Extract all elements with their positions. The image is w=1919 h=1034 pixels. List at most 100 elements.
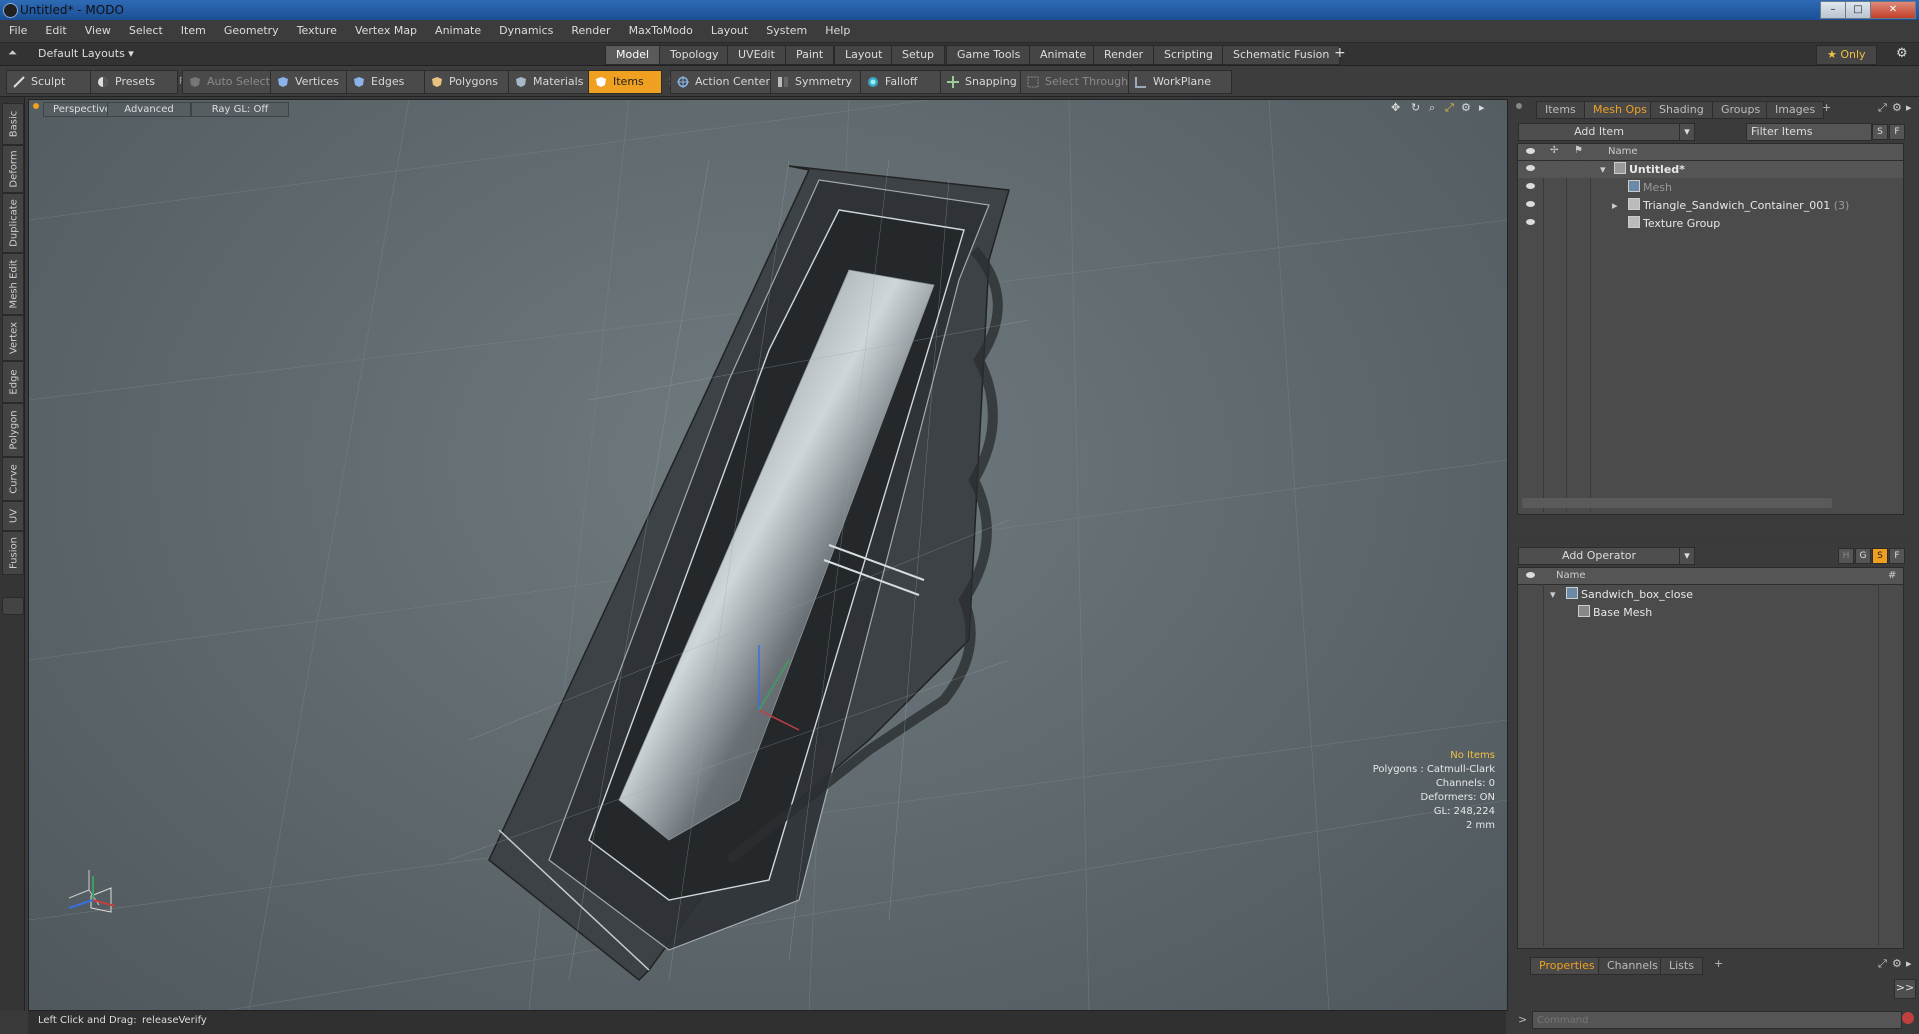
eye-icon[interactable] [1526,201,1535,207]
horizontal-scrollbar[interactable] [1522,498,1832,508]
tab-shading[interactable]: Shading [1650,101,1713,119]
filter-items-input[interactable]: Filter Items [1746,123,1872,141]
add-operator-button[interactable]: Add Operator [1518,547,1680,565]
menu-view[interactable]: View [76,20,120,42]
tree-row-mesh[interactable]: Mesh [1518,179,1903,196]
edges-button[interactable]: Edges 2 [346,70,441,94]
add-operator-dropdown-icon[interactable]: ▾ [1679,547,1695,565]
symmetry-button[interactable]: Symmetry [770,70,872,94]
collapse-arrow-icon[interactable]: ▾ [1550,586,1556,603]
filter-h-button[interactable]: H [1838,548,1854,564]
menu-item[interactable]: Item [172,20,215,42]
tab-uvedit[interactable]: UVEdit [727,45,786,65]
workplane-button[interactable]: WorkPlane [1128,70,1232,94]
raygl-dropdown[interactable]: Ray GL: Off [191,102,289,117]
tab-channels[interactable]: Channels [1598,957,1667,975]
maximize-view-icon[interactable]: ⤢ [1445,101,1454,115]
add-item-dropdown-icon[interactable]: ▾ [1679,123,1695,141]
zoom-icon[interactable]: ⌕ [1429,101,1435,115]
item-tree[interactable]: ✢ ⚑ Name ▾ Untitled* Mesh ▸ Triangle_San… [1517,143,1904,515]
tab-paint[interactable]: Paint [785,45,835,65]
collapse-arrow-icon[interactable]: ▾ [1600,161,1606,178]
panel-settings-icon[interactable]: ⚙ [1892,957,1902,970]
panel-maximize-icon[interactable]: ⤢ [1878,957,1887,971]
expand-arrow-icon[interactable]: ▸ [1612,197,1618,214]
panel-maximize-icon[interactable]: ⤢ [1878,101,1887,115]
falloff-button[interactable]: Falloff [860,70,946,94]
operator-row-base-mesh[interactable]: Base Mesh [1518,604,1903,621]
close-button[interactable]: ✕ [1870,1,1916,19]
layout-preset-dropdown[interactable]: Default Layouts ▾ [38,47,134,60]
layout-collapse-icon[interactable]: ⏶ [8,46,17,60]
filter-s-active-button[interactable]: S [1872,548,1888,564]
filter-f-button[interactable]: F [1889,124,1905,140]
panel-menu-icon[interactable]: ▸ [1906,101,1912,114]
gear-icon[interactable]: ⚙ [1896,46,1908,61]
eye-icon[interactable] [1526,219,1535,225]
menu-select[interactable]: Select [120,20,172,42]
tab-topology[interactable]: Topology [659,45,730,65]
menu-dynamics[interactable]: Dynamics [490,20,562,42]
tree-row-texture-group[interactable]: Texture Group [1518,215,1903,232]
menu-animate[interactable]: Animate [426,20,490,42]
expand-button[interactable]: >> [1894,979,1916,999]
tab-items[interactable]: Items [1536,101,1585,119]
add-panel-tab-icon[interactable]: + [1714,957,1723,970]
3d-viewport[interactable]: Perspective Advanced Ray GL: Off ✥ ↻ ⌕ ⤢… [28,99,1508,1011]
minimize-button[interactable]: – [1820,1,1846,19]
menu-texture[interactable]: Texture [288,20,346,42]
vtab-mesh-edit[interactable]: Mesh Edit [2,253,24,315]
presets-button[interactable]: Presets F6 [90,70,191,94]
add-tab-icon[interactable]: + [1334,45,1346,61]
tab-setup[interactable]: Setup [891,45,946,65]
menu-vertex-map[interactable]: Vertex Map [346,20,426,42]
operator-tree[interactable]: Name # ▾ Sandwich_box_close Base Mesh [1517,567,1904,949]
filter-f-button[interactable]: F [1889,548,1905,564]
select-through-button[interactable]: Select Through [1020,70,1142,94]
tab-model[interactable]: Model [605,45,661,65]
menu-edit[interactable]: Edit [36,20,75,42]
menu-help[interactable]: Help [816,20,859,42]
tab-game-tools[interactable]: Game Tools [946,45,1032,65]
maximize-button[interactable]: □ [1845,1,1871,19]
menu-maxtomodo[interactable]: MaxToModo [620,20,702,42]
panel-settings-icon[interactable]: ⚙ [1892,101,1902,114]
only-button[interactable]: ★ Only [1816,45,1877,65]
tab-lists[interactable]: Lists [1660,957,1703,975]
viewport-menu-icon[interactable]: ▸ [1479,101,1485,114]
pan-icon[interactable]: ✥ [1391,101,1400,114]
tab-animate[interactable]: Animate [1029,45,1098,65]
add-panel-tab-icon[interactable]: + [1822,101,1831,114]
tab-scripting[interactable]: Scripting [1153,45,1224,65]
tree-row-untitled[interactable]: ▾ Untitled* [1518,161,1903,178]
eye-icon[interactable] [1526,165,1535,171]
advanced-dropdown[interactable]: Advanced [107,102,191,117]
vtab-deform[interactable]: Deform [2,145,24,193]
tab-layout[interactable]: Layout [834,45,894,65]
tab-schematic-fusion[interactable]: Schematic Fusion [1222,45,1341,65]
command-input[interactable] [1532,1011,1902,1029]
vtab-edge[interactable]: Edge [2,361,24,403]
operator-row-sandwich[interactable]: ▾ Sandwich_box_close [1518,586,1903,603]
vtab-duplicate[interactable]: Duplicate [2,193,24,253]
menu-layout[interactable]: Layout [702,20,757,42]
eye-icon[interactable] [1526,183,1535,189]
viewport-settings-icon[interactable]: ⚙ [1461,101,1471,114]
items-button[interactable]: Items 5 [588,70,675,94]
add-item-button[interactable]: Add Item [1518,123,1680,141]
rotate-icon[interactable]: ↻ [1411,101,1420,114]
collapse-toggle[interactable] [2,597,24,615]
sculpt-button[interactable]: Sculpt [6,70,98,94]
vtab-fusion[interactable]: Fusion [2,531,24,575]
tab-render[interactable]: Render [1093,45,1155,65]
tab-properties[interactable]: Properties [1530,957,1604,975]
tab-images[interactable]: Images [1766,101,1825,119]
panel-menu-icon[interactable]: ▸ [1906,957,1912,970]
tree-row-container[interactable]: ▸ Triangle_Sandwich_Container_001 (3) [1518,197,1903,214]
filter-g-button[interactable]: G [1855,548,1871,564]
menu-geometry[interactable]: Geometry [215,20,288,42]
filter-s-button[interactable]: S [1872,124,1888,140]
menu-render[interactable]: Render [562,20,619,42]
menu-file[interactable]: File [0,20,36,42]
tab-groups[interactable]: Groups [1712,101,1770,119]
